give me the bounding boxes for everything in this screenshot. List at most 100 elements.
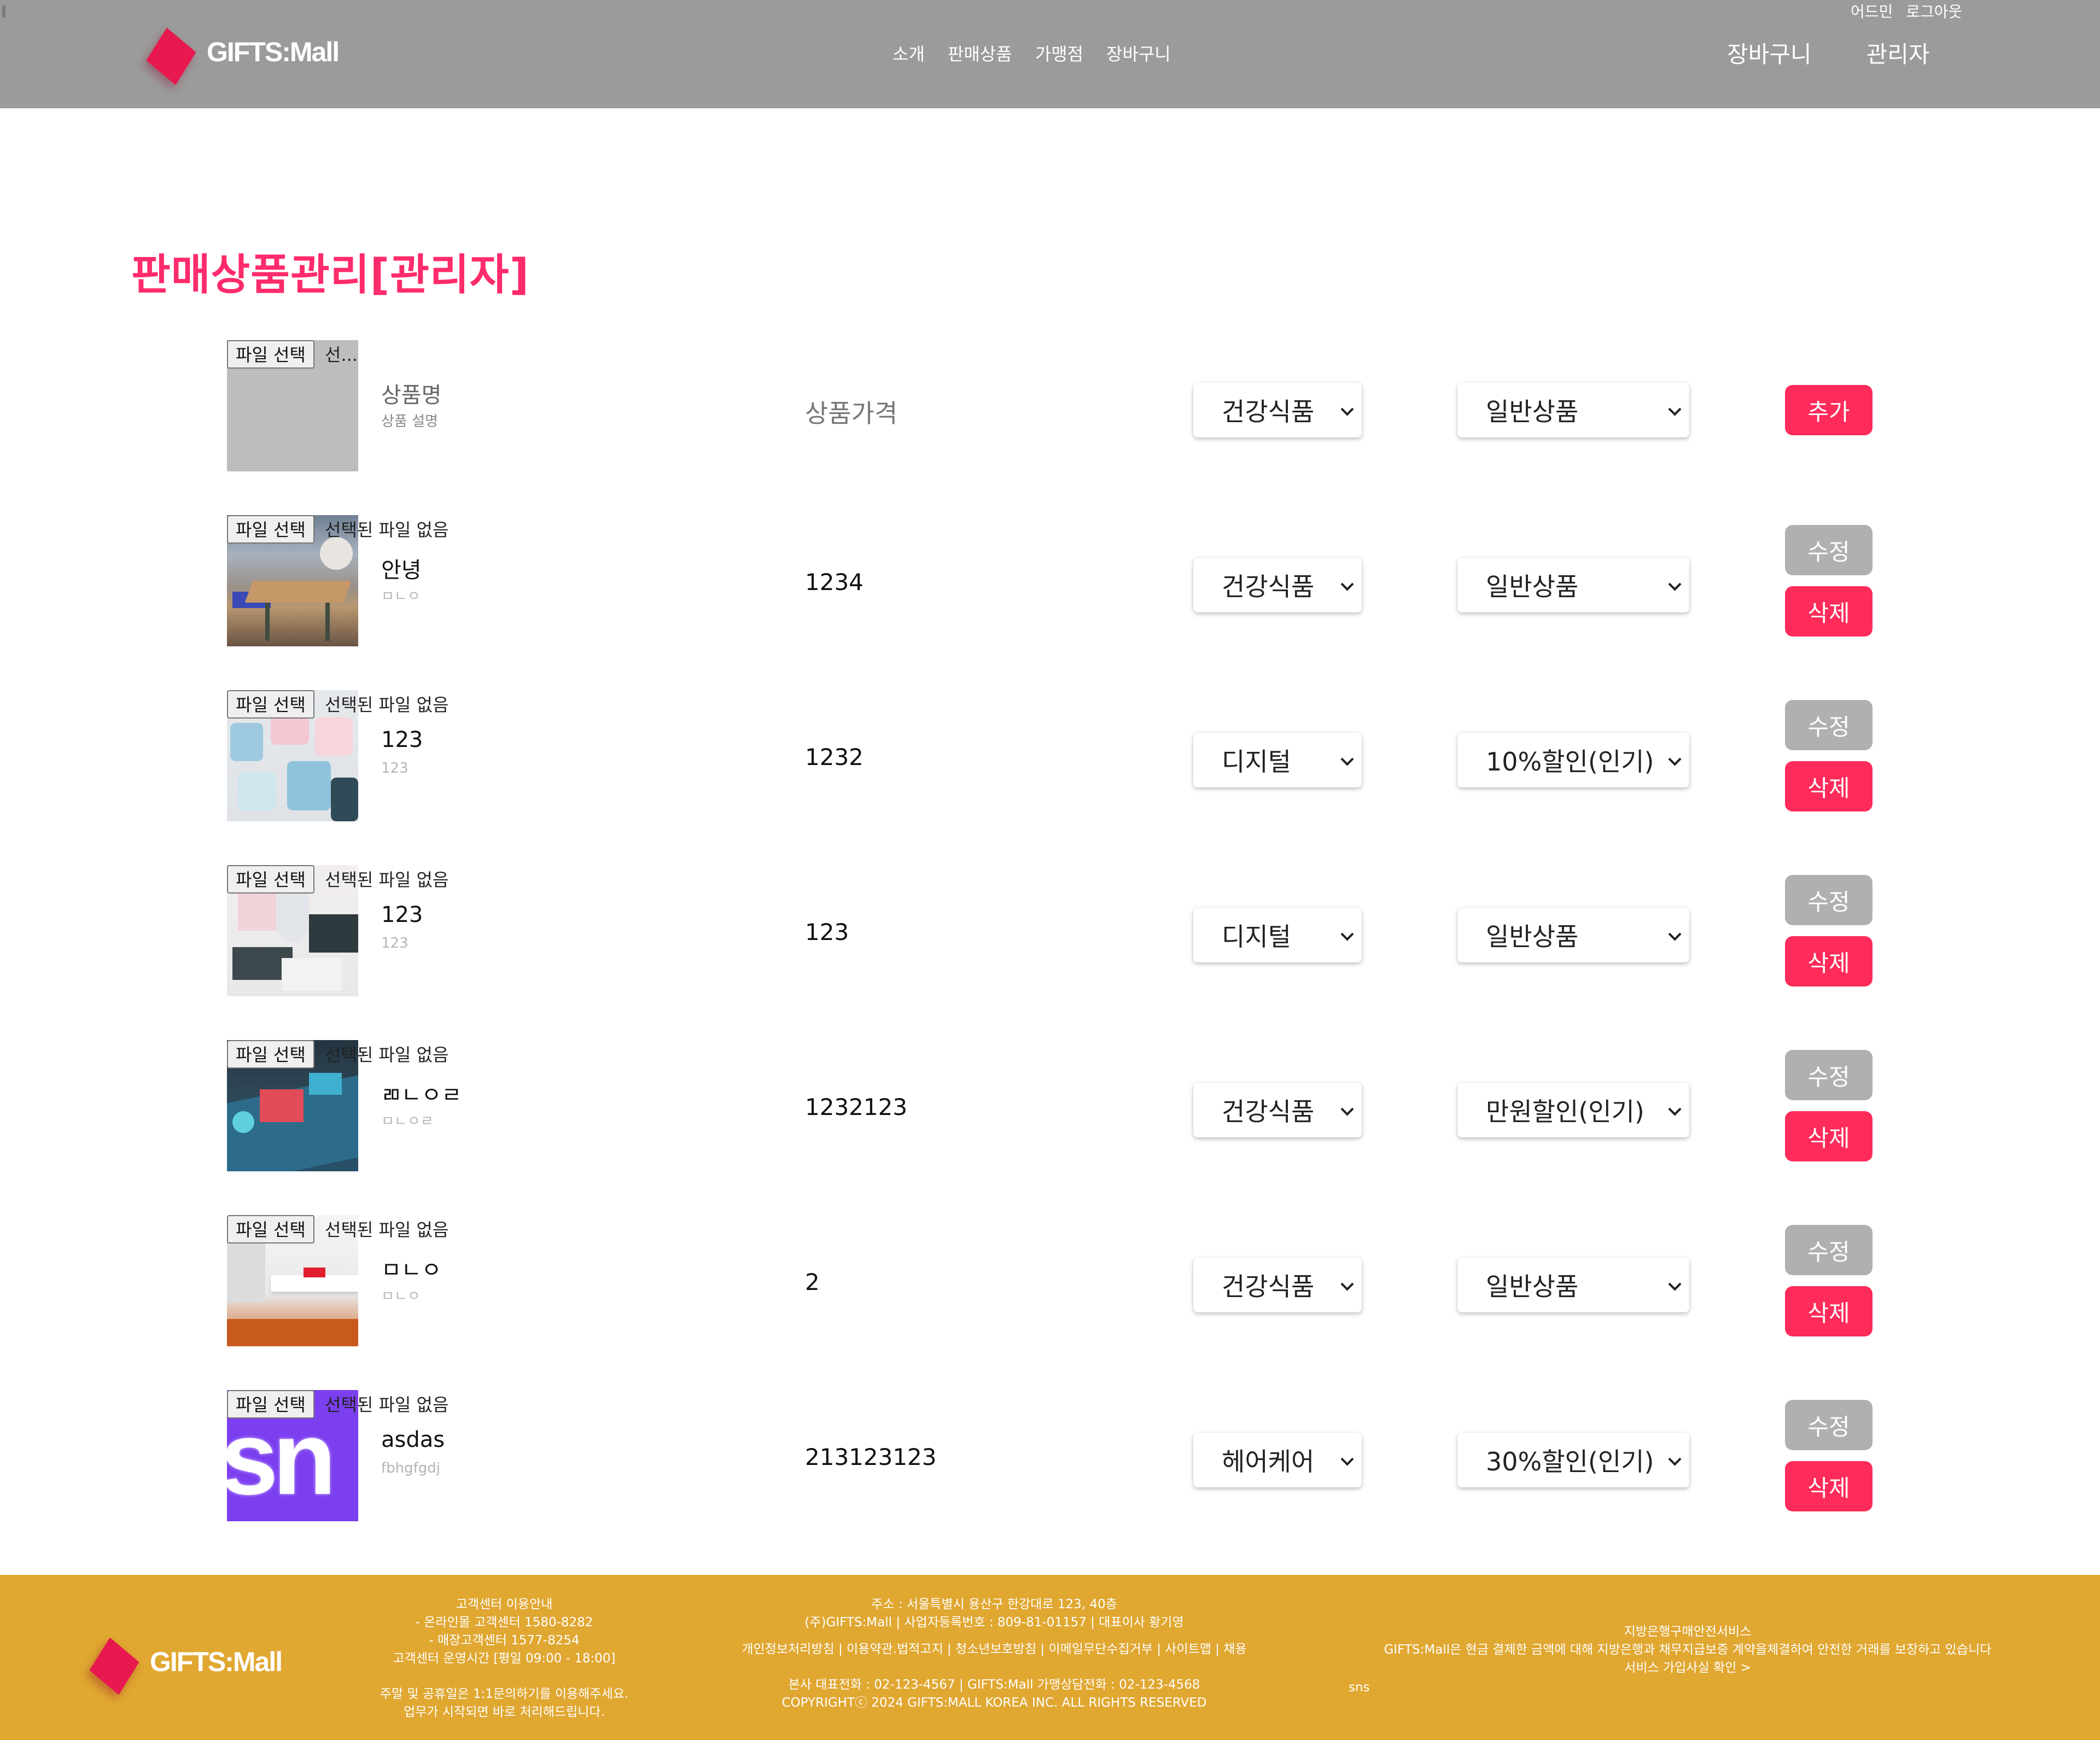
- header-logo[interactable]: GIFTS:Mall: [144, 22, 340, 85]
- file-select-button[interactable]: 파일 선택: [227, 690, 314, 719]
- delete-button[interactable]: 삭제: [1785, 1111, 1872, 1161]
- safety-description: GIFTS:Mall은 현금 결제한 금액에 대해 지방은행과 채무지급보증 계…: [1384, 1643, 1992, 1657]
- product-description[interactable]: 123: [381, 935, 409, 951]
- product-name[interactable]: 123: [381, 727, 423, 752]
- description-input[interactable]: 상품 설명: [381, 410, 438, 430]
- file-select-button[interactable]: 파일 선택: [227, 1215, 314, 1243]
- category-select[interactable]: 건강식품: [1193, 558, 1362, 612]
- price-input[interactable]: 상품가격: [805, 394, 897, 430]
- edit-button[interactable]: 수정: [1785, 525, 1872, 575]
- product-row: 파일 선택 선택된 파일 없음 ㄻㄴㅇㄹ ㅁㄴㅇㄹ 1232123 건강식품 만…: [0, 1040, 2100, 1171]
- category-select[interactable]: 디지털: [1193, 733, 1362, 787]
- product-description[interactable]: 123: [381, 760, 409, 776]
- main-nav: 소개 판매상품 가맹점 장바구니: [892, 40, 1171, 66]
- company-info: 주소 : 서울특별시 용산구 한강대로 123, 40층 (주)GIFTS:Ma…: [710, 1596, 1279, 1712]
- product-row: 파일 선택 선택된 파일 없음 안녕 ㅁㄴㅇ 1234 건강식품 일반상품 수정…: [0, 515, 2100, 646]
- edit-button[interactable]: 수정: [1785, 1050, 1872, 1100]
- address-line: 주소 : 서울특별시 용산구 한강대로 123, 40층: [871, 1597, 1117, 1611]
- product-description[interactable]: ㅁㄴㅇ: [381, 585, 421, 605]
- delete-button[interactable]: 삭제: [1785, 936, 1872, 986]
- chevron-down-icon: [1668, 1277, 1682, 1291]
- product-description[interactable]: ㅁㄴㅇㄹ: [381, 1110, 434, 1130]
- file-select-button[interactable]: 파일 선택: [227, 865, 314, 894]
- tag-select[interactable]: 만원할인(인기): [1457, 1083, 1689, 1137]
- edit-button[interactable]: 수정: [1785, 1225, 1872, 1275]
- logout-link[interactable]: 로그아웃: [1906, 0, 1962, 22]
- edit-button[interactable]: 수정: [1785, 875, 1872, 925]
- tag-select[interactable]: 10%할인(인기): [1457, 733, 1689, 787]
- file-status: 선택된 파일 없음: [325, 694, 449, 715]
- header-right-links: 장바구니 관리자: [1727, 36, 1929, 69]
- tag-select[interactable]: 일반상품: [1457, 1258, 1689, 1312]
- delete-button[interactable]: 삭제: [1785, 1461, 1872, 1511]
- product-description[interactable]: ㅁㄴㅇ: [381, 1285, 421, 1305]
- product-description[interactable]: fbhgfgdj: [381, 1460, 440, 1476]
- tag-select[interactable]: 일반상품: [1457, 908, 1689, 962]
- nav-item-stores[interactable]: 가맹점: [1035, 40, 1083, 66]
- add-button[interactable]: 추가: [1785, 385, 1872, 435]
- tag-value: 일반상품: [1486, 1272, 1579, 1301]
- category-select[interactable]: 건강식품: [1193, 1258, 1362, 1312]
- category-select[interactable]: 건강식품: [1193, 383, 1362, 437]
- utility-links: 어드민 로그아웃: [1851, 0, 1962, 22]
- file-select-button[interactable]: 파일 선택: [227, 1040, 314, 1068]
- footer-logo[interactable]: GIFTS:Mall: [88, 1632, 283, 1695]
- file-status: 선택된 파일 없음: [325, 519, 449, 540]
- policy-links[interactable]: 개인정보처리방침 | 이용약관.법적고지 | 청소년보호방침 | 이메일무단수집…: [710, 1640, 1279, 1659]
- tag-value: 일반상품: [1486, 572, 1579, 602]
- product-price[interactable]: 1232: [805, 744, 864, 770]
- product-name[interactable]: ㅁㄴㅇ: [381, 1252, 441, 1284]
- cs-line: 고객센터 이용안내: [456, 1597, 553, 1611]
- product-price[interactable]: 2: [805, 1269, 820, 1295]
- category-select[interactable]: 헤어케어: [1193, 1433, 1362, 1487]
- product-name[interactable]: asdas: [381, 1427, 445, 1452]
- edit-button[interactable]: 수정: [1785, 1400, 1872, 1450]
- category-value: 건강식품: [1222, 1272, 1315, 1301]
- delete-button[interactable]: 삭제: [1785, 761, 1872, 811]
- delete-button[interactable]: 삭제: [1785, 586, 1872, 637]
- product-name[interactable]: 안녕: [381, 552, 422, 584]
- product-name[interactable]: ㄻㄴㅇㄹ: [381, 1077, 462, 1109]
- nav-item-cart[interactable]: 장바구니: [1106, 40, 1171, 66]
- category-value: 건강식품: [1222, 572, 1315, 602]
- category-select[interactable]: 디지털: [1193, 908, 1362, 962]
- file-status: 선택된 파일 없음: [325, 1044, 449, 1065]
- tag-value: 만원할인(인기): [1486, 1097, 1644, 1126]
- product-price[interactable]: 213123123: [805, 1444, 937, 1470]
- tag-value: 일반상품: [1486, 922, 1579, 951]
- product-price[interactable]: 1234: [805, 569, 864, 595]
- cart-link[interactable]: 장바구니: [1727, 36, 1812, 69]
- nav-item-about[interactable]: 소개: [892, 40, 925, 66]
- delete-button[interactable]: 삭제: [1785, 1286, 1872, 1336]
- admin-link[interactable]: 어드민: [1851, 0, 1893, 22]
- safety-check-link[interactable]: 서비스 가입사실 확인 >: [1349, 1659, 2027, 1677]
- file-select-button[interactable]: 파일 선택: [227, 515, 314, 544]
- name-input[interactable]: 상품명: [381, 377, 441, 409]
- category-select[interactable]: 건강식품: [1193, 1083, 1362, 1137]
- product-name[interactable]: 123: [381, 902, 423, 927]
- logo-text: GIFTS:Mall: [150, 1646, 283, 1677]
- file-status: 선택된 파일 없음: [325, 1394, 449, 1415]
- category-value: 건강식품: [1222, 1097, 1315, 1126]
- chevron-down-icon: [1340, 1452, 1354, 1466]
- admin-page-link[interactable]: 관리자: [1866, 36, 1930, 69]
- file-select-button[interactable]: 파일 선택: [227, 1390, 314, 1418]
- cs-line: 업무가 시작되면 바로 처리해드립니다.: [404, 1705, 605, 1719]
- product-row: sn 파일 선택 선택된 파일 없음 asdas fbhgfgdj 213123…: [0, 1390, 2100, 1521]
- logo-mark-icon: [88, 1632, 148, 1695]
- product-price[interactable]: 123: [805, 919, 849, 945]
- chevron-down-icon: [1340, 927, 1354, 941]
- edit-button[interactable]: 수정: [1785, 700, 1872, 750]
- product-price[interactable]: 1232123: [805, 1094, 907, 1120]
- tag-value: 30%할인(인기): [1486, 1447, 1654, 1476]
- tag-value: 10%할인(인기): [1486, 747, 1654, 776]
- tag-select[interactable]: 일반상품: [1457, 383, 1689, 437]
- tag-select[interactable]: 30%할인(인기): [1457, 1433, 1689, 1487]
- file-select-button[interactable]: 파일 선택: [227, 340, 314, 369]
- category-value: 건강식품: [1222, 397, 1315, 427]
- chevron-down-icon: [1340, 1102, 1354, 1116]
- nav-item-products[interactable]: 판매상품: [948, 40, 1012, 66]
- tag-select[interactable]: 일반상품: [1457, 558, 1689, 612]
- cs-line: - 매장고객센터 1577-8254: [429, 1633, 580, 1648]
- sns-link[interactable]: sns: [1349, 1679, 1370, 1697]
